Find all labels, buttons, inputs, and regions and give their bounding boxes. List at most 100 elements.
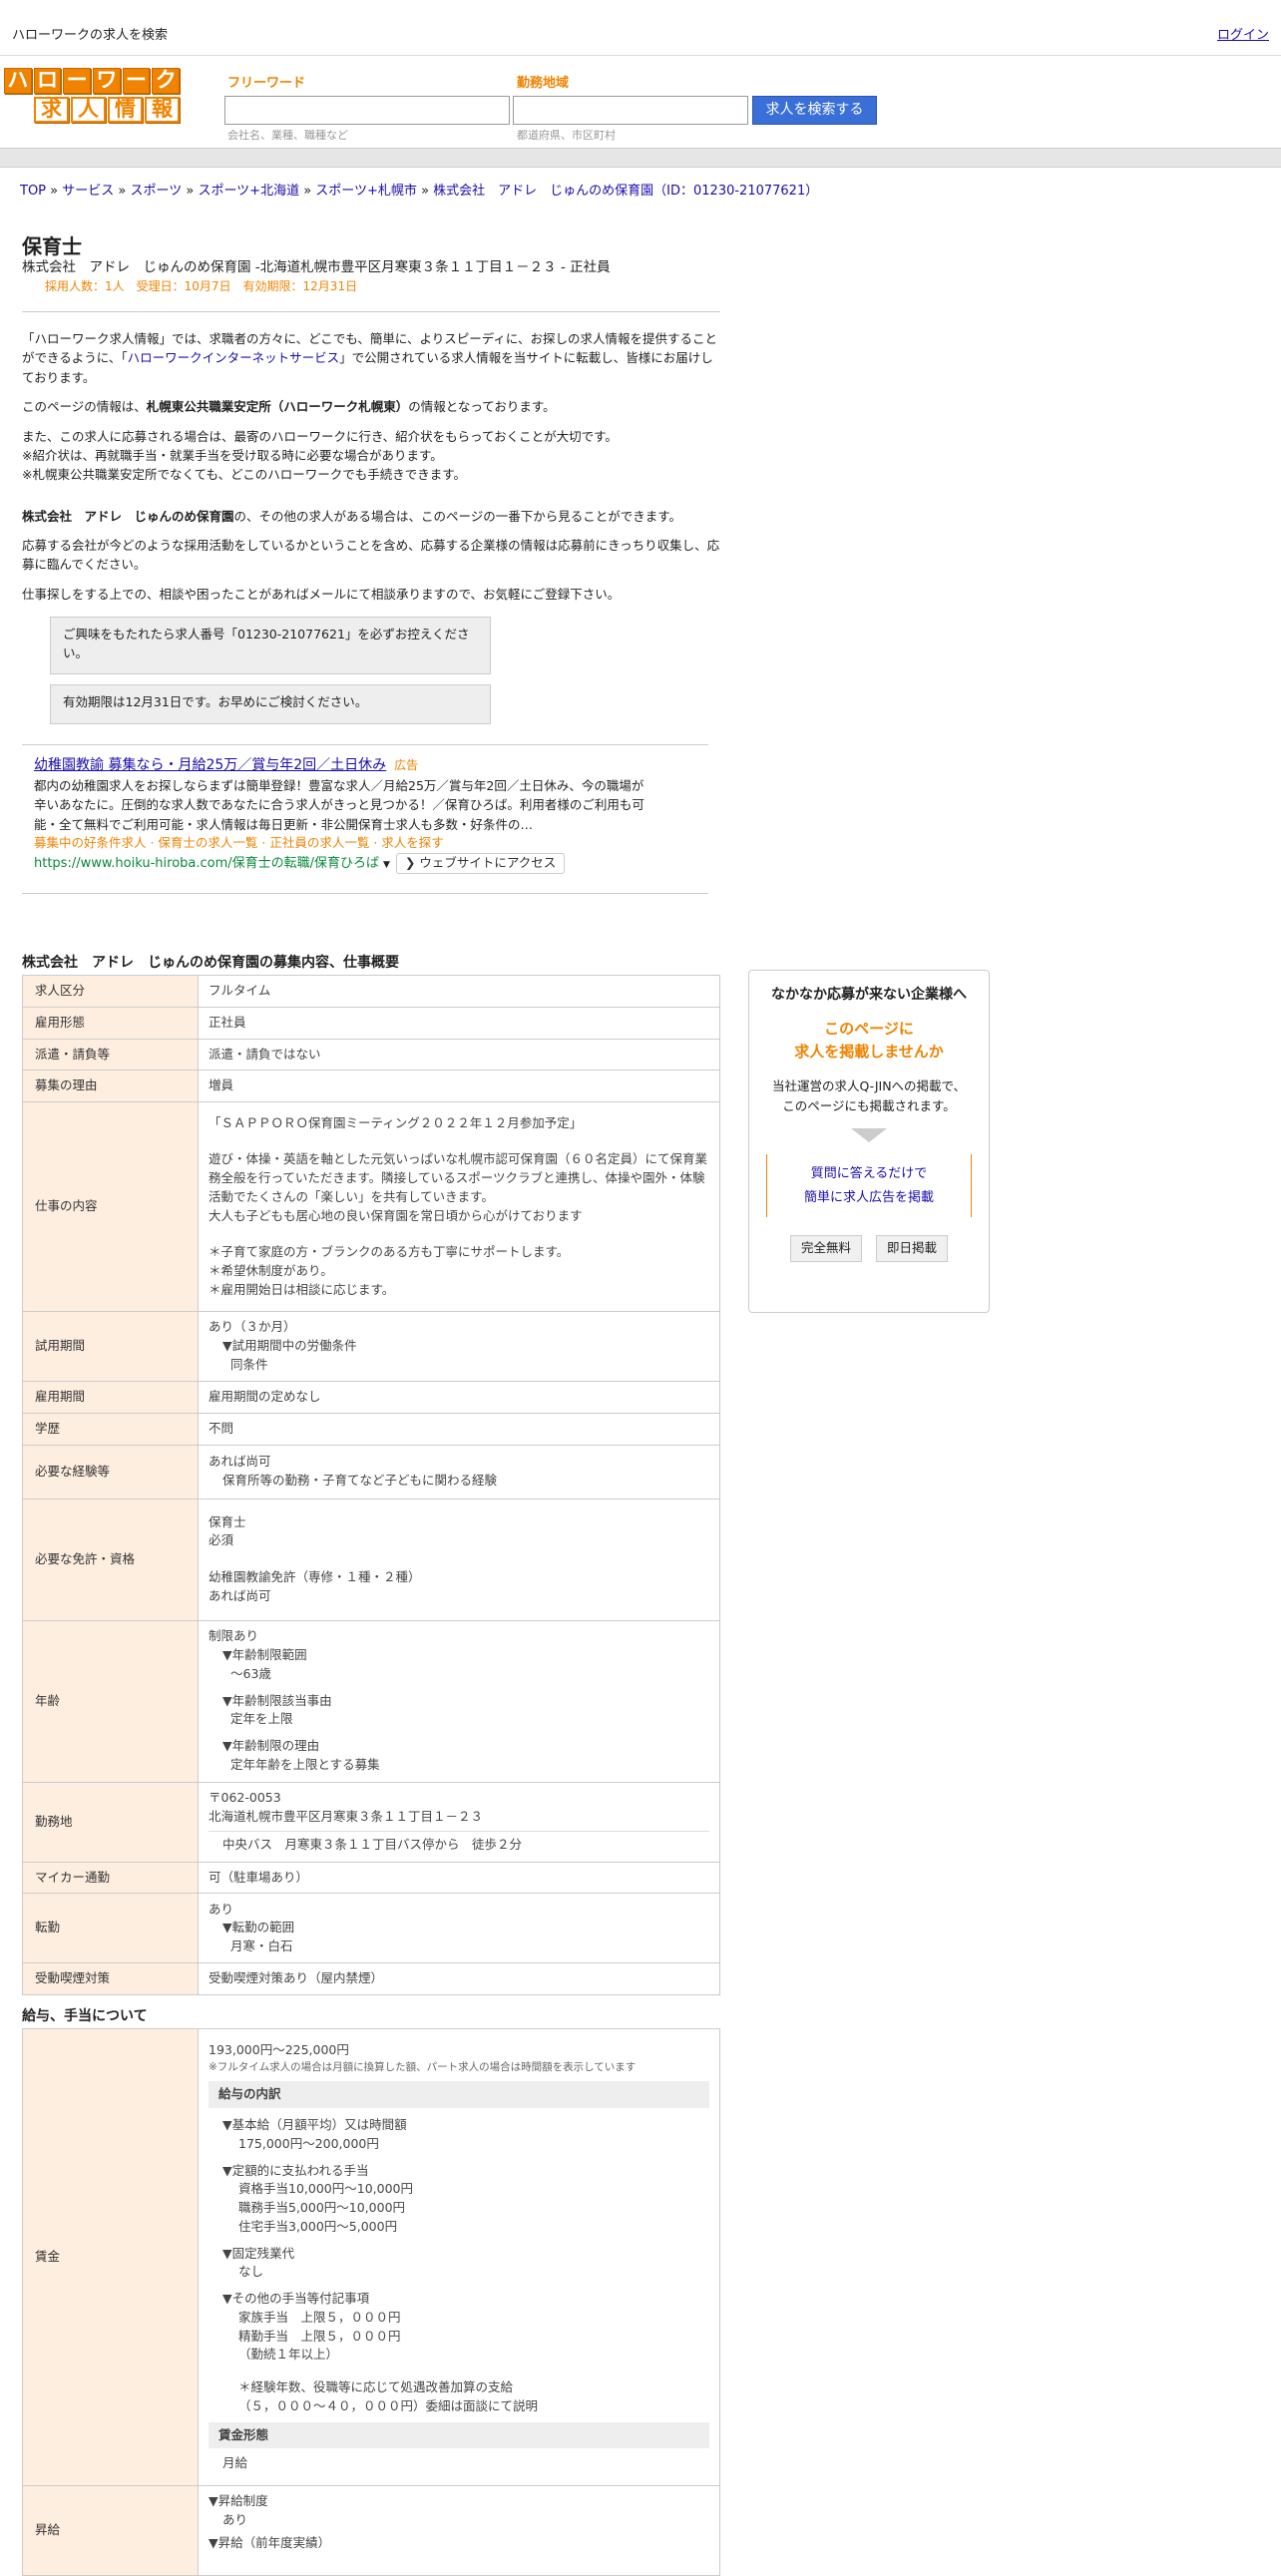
table-row: 転勤 あり ▼転勤の範囲 月寒・白石 (22, 1893, 720, 1964)
table-row: 試用期間 あり（３か月） ▼試用期間中の労働条件 同条件 (22, 1311, 720, 1382)
value-line: 175,000円〜200,000円 (238, 2135, 379, 2151)
value-line: 職務手当5,000円〜10,000円 (238, 2200, 406, 2216)
row-label: 雇用形態 (22, 1006, 199, 1040)
breadcrumb-link[interactable]: スポーツ (130, 184, 182, 199)
post-ad-link[interactable]: 簡単に求人広告を掲載 (767, 1188, 971, 1208)
panel-desc: 当社運営の求人Q-JINへの掲載で、 このページにも掲載されます。 (749, 1076, 989, 1116)
visit-website-button[interactable]: ❯ ウェブサイトにアクセス (395, 852, 566, 874)
panel-desc-line: 当社運営の求人Q-JINへの掲載で、 (771, 1078, 967, 1093)
intro-text-part: の情報となっております。 (408, 399, 556, 415)
value-line: あり (222, 2511, 248, 2527)
table-row: 学歴 不問 (22, 1412, 720, 1446)
row-label: 必要な免許・資格 (22, 1498, 199, 1621)
wage-note: ※フルタイム求人の場合は月額に換算した額、パート求人の場合は時間額を表示していま… (209, 2060, 637, 2073)
desc-line: 遊び・体操・英語を軸とした元気いっぱいな札幌市認可保育園（６０名定員）にて保育業… (209, 1151, 708, 1204)
answer-questions-link[interactable]: 質問に答えるだけで (767, 1164, 971, 1184)
caret-down-icon[interactable]: ▼ (383, 860, 390, 870)
intro-text-part: このページの情報は、 (22, 399, 147, 415)
row-value: あり（３か月） ▼試用期間中の労働条件 同条件 (198, 1311, 720, 1382)
breadcrumb: TOP » サービス » スポーツ » スポーツ+北海道 » スポーツ+札幌市 … (20, 184, 819, 199)
row-label: 年齢 (22, 1619, 199, 1783)
divider-bar (0, 148, 1281, 168)
value-line: （勤続１年以上） (238, 2347, 339, 2362)
row-label: 学歴 (22, 1412, 199, 1446)
table-row: 必要な免許・資格 保育士 必須 幼稚園教諭免許（専修・１種・２種） あれば尚可 (22, 1498, 720, 1621)
value-line: 制限あり (209, 1628, 259, 1644)
wage-breakdown-heading: 給与の内訳 (209, 2081, 709, 2109)
desc-line: 大人も子どもも居心地の良い保育園を常日頃から心がけております (209, 1207, 583, 1223)
area-hint: 都道府県、市区町村 (517, 129, 616, 142)
address: 北海道札幌市豊平区月寒東３条１１丁目１－２３ (209, 1809, 484, 1825)
row-value: 保育士 必須 幼稚園教諭免許（専修・１種・２種） あれば尚可 (198, 1498, 720, 1621)
value-line: ＊経験年数、役職等に応じて処遇改善加算の支給 (238, 2379, 514, 2395)
area-label: 勤務地域 (517, 76, 570, 91)
logo-char: 人 (71, 97, 106, 123)
ad-title-link[interactable]: 幼稚園教諭 募集なら・月給25万／賞与年2回／土日休み (34, 757, 386, 773)
value-line: 資格手当10,000円〜10,000円 (238, 2181, 413, 2197)
section-title-overview: 株式会社 アドレ じゅんのめ保育園の募集内容、仕事概要 (22, 955, 399, 971)
row-value: ▼昇給制度 あり ▼昇給（前年度実績） (198, 2485, 720, 2576)
breadcrumb-link[interactable]: スポーツ+北海道 (198, 184, 299, 199)
value-line: なし (238, 2264, 264, 2280)
company-name: 株式会社 アドレ じゅんのめ保育園 (22, 508, 234, 524)
breadcrumb-link[interactable]: サービス (62, 184, 114, 199)
breadcrumb-link[interactable]: 株式会社 アドレ じゅんのめ保育園（ID：01230-21077621） (433, 184, 818, 199)
row-label: 仕事の内容 (22, 1101, 199, 1312)
value-line: ▼試用期間中の労働条件 (222, 1338, 357, 1354)
table-row: 受動喫煙対策 受動喫煙対策あり（屋内禁煙） (22, 1962, 720, 1995)
breadcrumb-link[interactable]: スポーツ+札幌市 (315, 184, 417, 199)
row-label: 求人区分 (22, 975, 199, 1008)
search-button[interactable]: 求人を検索する (752, 96, 877, 125)
free-badge[interactable]: 完全無料 (789, 1235, 862, 1262)
hellowork-internet-link[interactable]: ハローワークインターネットサービス (128, 350, 340, 365)
value-line: 必須 (209, 1532, 234, 1548)
desc-line: ＊雇用開始日は相談に応じます。 (209, 1281, 395, 1297)
login-link[interactable]: ログイン (1217, 26, 1269, 46)
table-row: 求人区分 フルタイム (22, 975, 720, 1008)
value-line: ▼その他の手当等付記事項 (222, 2291, 370, 2307)
row-label: 勤務地 (22, 1781, 199, 1863)
value-line: ▼年齢制限の理由 (222, 1738, 320, 1754)
ad-block: 幼稚園教諭 募集なら・月給25万／賞与年2回／土日休み 広告 都内の幼稚園求人をお… (22, 744, 708, 894)
keyword-hint: 会社名、業種、職種など (227, 129, 348, 142)
value-line: ▼昇給制度 (209, 2493, 268, 2508)
table-row: 昇給 ▼昇給制度 あり ▼昇給（前年度実績） (22, 2485, 720, 2576)
note-box-id: ご興味をもたれたら求人番号「01230-21077621」を必ずお控えください。 (50, 617, 491, 674)
value-line: （５，０００〜４０，０００円）委細は面談にて説明 (238, 2397, 539, 2413)
panel-catch: このページに 求人を掲載しませんか (749, 1018, 989, 1063)
logo-char: ク (152, 68, 181, 94)
intro-text: 「ハローワーク求人情報」では、求職者の方々に、どこでも、簡単に、よりスピーディに… (22, 329, 720, 614)
employer-ad-panel: なかなか応募が来ない企業様へ このページに 求人を掲載しませんか 当社運営の求人Q… (748, 970, 990, 1313)
job-meta: 採用人数：1人 受理日：10月7日 有効期限：12月31日 (45, 279, 358, 293)
top-bar: ハローワークの求人を検索 ログイン (0, 0, 1281, 56)
value-line: 幼稚園教諭免許（専修・１種・２種） (209, 1569, 421, 1584)
row-value: あれば尚可 保育所等の勤務・子育てなど子どもに関わる経験 (198, 1444, 720, 1500)
keyword-input[interactable] (224, 96, 510, 125)
wage-value: 193,000円〜225,000円 ※フルタイム求人の場合は月額に換算した額、パ… (198, 2028, 720, 2486)
panel-catch-line: このページに (824, 1020, 914, 1038)
desc-line: ＊希望休制度があり。 (209, 1263, 333, 1278)
ad-url[interactable]: https://www.hoiku-hiroba.com/保育士の転職/保育ひろ… (34, 856, 379, 871)
table-row: 年齢 制限あり ▼年齢制限範囲 〜63歳 ▼年齢制限該当事由 定年を上限 ▼年齢… (22, 1619, 720, 1783)
value-line: 保育士 (209, 1513, 246, 1529)
ad-description: 都内の幼稚園求人をお探しならまずは簡単登録！豊富な求人／月給25万／賞与年2回／… (34, 778, 644, 832)
row-value: 正社員 (198, 1006, 720, 1040)
table-row: 勤務地 〒062-0053 北海道札幌市豊平区月寒東３条１１丁目１－２３ 中央バ… (22, 1781, 720, 1863)
area-input[interactable] (513, 96, 748, 125)
table-row: 必要な経験等 あれば尚可 保育所等の勤務・子育てなど子どもに関わる経験 (22, 1444, 720, 1500)
hellowork-logo[interactable]: ハ ロ ー ワ ー ク 求 人 情 報 (4, 68, 181, 124)
value-line: 家族手当 上限５，０００円 (238, 2309, 401, 2325)
row-label: 募集の理由 (22, 1070, 199, 1102)
value-line: あれば尚可 (209, 1454, 271, 1470)
intro-paragraph: 仕事探しをする上での、相談や困ったことがあればメールにて相談承りますので、お気軽… (22, 586, 621, 602)
same-day-badge[interactable]: 即日掲載 (876, 1235, 949, 1262)
value-line: 月寒・白石 (230, 1938, 293, 1954)
table-row: 賃金 193,000円〜225,000円 ※フルタイム求人の場合は月額に換算した… (22, 2028, 720, 2486)
row-label: マイカー通勤 (22, 1861, 199, 1895)
value-line: ▼昇給（前年度実績） (209, 2534, 331, 2550)
breadcrumb-link[interactable]: TOP (20, 184, 46, 199)
row-value: あり ▼転勤の範囲 月寒・白石 (198, 1893, 720, 1964)
ad-sitelinks[interactable]: 募集中の好条件求人 · 保育士の求人一覧 · 正社員の求人一覧 · 求人を探す (34, 834, 696, 853)
value-line: 定年を上限 (230, 1711, 293, 1727)
access-info: 中央バス 月寒東３条１１丁目バス停から 徒歩２分 (209, 1830, 709, 1855)
